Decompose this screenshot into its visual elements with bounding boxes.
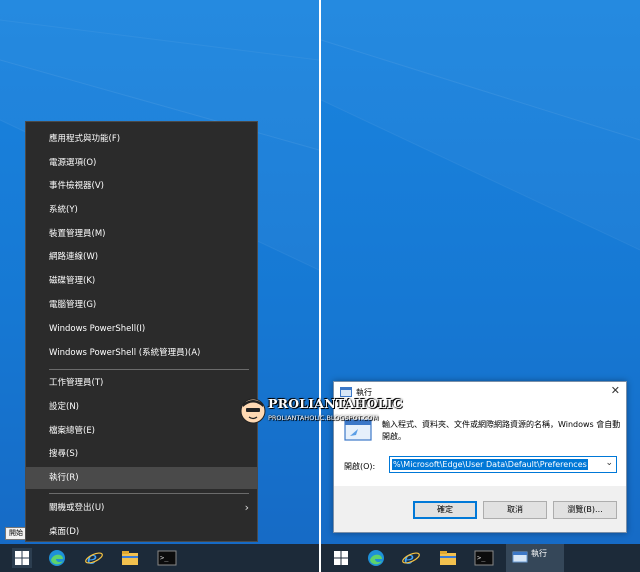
file-explorer-icon [440,551,456,565]
run-command-input[interactable]: %\Microsoft\Edge\User Data\Default\Prefe… [389,456,617,473]
menu-separator [49,369,249,370]
file-explorer-icon [122,551,138,565]
chevron-down-icon[interactable]: ⌄ [605,458,613,468]
menu-item-task-manager[interactable]: 工作管理員(T) [26,372,257,394]
watermark: PROLIANTAHOLIC PROLIANTAHOLIC.BLOGSPOT.C… [240,396,403,426]
menu-item-disk-management[interactable]: 磁碟管理(K) [26,270,257,292]
taskbar: e >_ [0,544,319,572]
windows-logo-icon [15,551,29,565]
browse-button[interactable]: 瀏覽(B)... [553,501,617,519]
svg-text:e: e [87,549,97,568]
ie-icon: e [85,549,103,568]
menu-item-label: 事件檢視器(V) [49,181,104,191]
dialog-description: 輸入程式、資料夾、文件或網際網路資源的名稱，Windows 會自動開啟。 [382,420,621,441]
menu-item-power-options[interactable]: 電源選項(O) [26,152,257,174]
windows-logo-icon [334,551,348,565]
edge-icon [368,550,384,566]
ie-taskbar-button[interactable]: e [401,548,421,568]
menu-item-label: 工作管理員(T) [49,378,104,388]
menu-item-label: 電腦管理(G) [49,300,97,310]
open-label: 開啟(O): [344,462,376,471]
run-icon [512,551,528,563]
menu-item-apps-features[interactable]: 應用程式與功能(F) [26,128,257,150]
menu-item-label: 執行(R) [49,473,79,483]
taskbar: e >_ [321,544,640,572]
menu-item-powershell[interactable]: Windows PowerShell(I) [26,318,257,340]
menu-item-label: 搜尋(S) [49,449,79,459]
edge-taskbar-button[interactable] [366,548,386,568]
menu-item-label: 系統(Y) [49,205,78,215]
cancel-button[interactable]: 取消 [483,501,547,519]
menu-item-event-viewer[interactable]: 事件檢視器(V) [26,175,257,197]
cmd-icon: >_ [157,550,177,566]
menu-separator [49,493,249,494]
menu-item-label: 應用程式與功能(F) [49,134,121,144]
menu-item-search[interactable]: 搜尋(S) [26,443,257,465]
explorer-taskbar-button[interactable] [120,548,140,568]
menu-item-label: 設定(N) [49,402,79,412]
run-command-value: %\Microsoft\Edge\User Data\Default\Prefe… [392,459,588,470]
ie-icon: e [402,549,420,568]
edge-icon [49,550,65,566]
close-icon[interactable]: ✕ [611,384,620,397]
cmd-icon: >_ [474,550,494,566]
menu-item-settings[interactable]: 設定(N) [26,396,257,418]
ok-button[interactable]: 確定 [413,501,477,519]
edge-taskbar-button[interactable] [47,548,67,568]
menu-item-label: 桌面(D) [49,527,80,537]
svg-text:e: e [404,549,414,568]
explorer-taskbar-button[interactable] [438,548,458,568]
menu-item-label: 網路連線(W) [49,252,99,262]
watermark-avatar-icon [240,398,266,424]
menu-item-label: 電源選項(O) [49,158,97,168]
menu-item-label: Windows PowerShell(I) [49,324,146,334]
chevron-right-icon: › [244,501,249,514]
watermark-url: PROLIANTAHOLIC.BLOGSPOT.COM [268,414,379,422]
ie-taskbar-button[interactable]: e [84,548,104,568]
svg-text:>_: >_ [160,554,169,562]
menu-item-run[interactable]: 執行(R) [26,467,257,489]
menu-item-device-manager[interactable]: 裝置管理員(M) [26,223,257,245]
menu-item-system[interactable]: 系統(Y) [26,199,257,221]
menu-item-network-connections[interactable]: 網路連線(W) [26,246,257,268]
menu-item-file-explorer[interactable]: 檔案總管(E) [26,420,257,442]
cmd-taskbar-button[interactable]: >_ [157,548,177,568]
menu-item-shutdown[interactable]: 關機或登出(U) › [26,497,257,519]
watermark-title: PROLIANTAHOLIC [268,396,403,411]
menu-item-desktop[interactable]: 桌面(D) [26,521,257,543]
menu-item-label: Windows PowerShell (系統管理員)(A) [49,348,201,358]
menu-item-powershell-admin[interactable]: Windows PowerShell (系統管理員)(A) [26,342,257,364]
svg-text:>_: >_ [477,554,486,562]
start-tooltip: 開始 [5,527,27,540]
start-button[interactable] [12,548,32,568]
winx-menu: 應用程式與功能(F) 電源選項(O) 事件檢視器(V) 系統(Y) 裝置管理員(… [25,121,258,542]
menu-item-label: 檔案總管(E) [49,426,96,436]
menu-item-label: 關機或登出(U) [49,503,105,513]
cmd-taskbar-button[interactable]: >_ [474,548,494,568]
run-taskbar-label: 執行 [531,549,547,558]
menu-item-computer-management[interactable]: 電腦管理(G) [26,294,257,316]
menu-item-label: 磁碟管理(K) [49,276,96,286]
menu-item-label: 裝置管理員(M) [49,229,106,239]
start-button[interactable] [331,548,351,568]
